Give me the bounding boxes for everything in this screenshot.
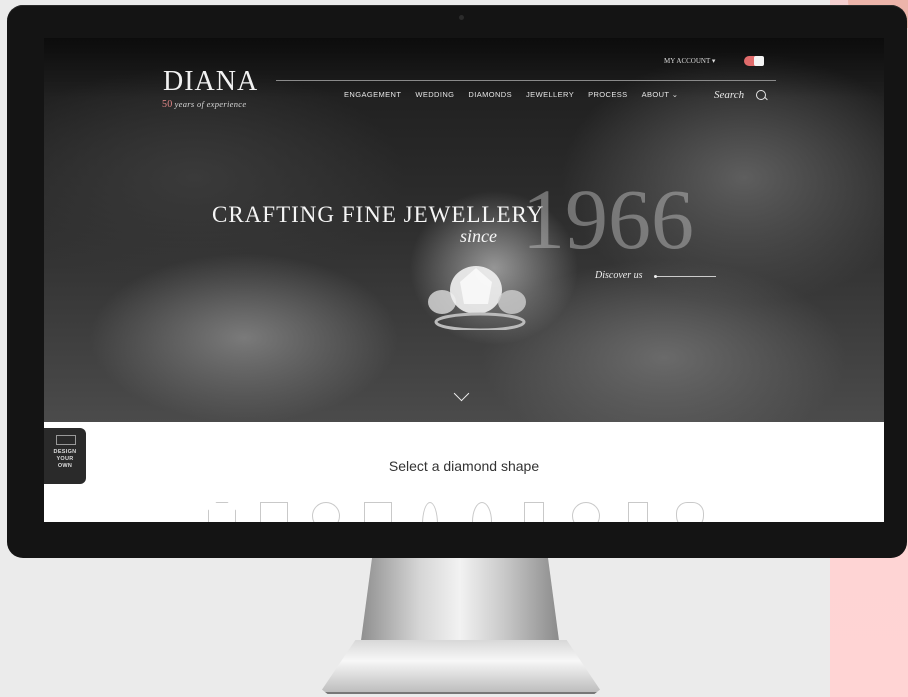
design-your-own-button[interactable]: DESIGN YOUR OWN: [44, 428, 86, 484]
discover-arrow-icon[interactable]: [654, 275, 716, 278]
monitor-stand-foot: [322, 640, 600, 694]
oval-diamond-icon[interactable]: [572, 502, 600, 522]
search-icon[interactable]: [756, 90, 766, 100]
camera-icon: [459, 15, 464, 20]
hero-since: since: [460, 226, 497, 246]
my-account-link[interactable]: MY ACCOUNT ▾: [664, 57, 715, 65]
nav-item-process[interactable]: PROCESS: [588, 90, 627, 99]
cushion-diamond-icon[interactable]: [312, 502, 340, 522]
nav-item-about[interactable]: ABOUT ⌄: [642, 90, 679, 99]
discover-us-link[interactable]: Discover us: [595, 270, 643, 281]
monitor-screen: DIANA 50 years of experience MY ACCOUNT ▾…: [44, 38, 884, 522]
round-diamond-icon[interactable]: [208, 502, 236, 522]
nav-item-jewellery[interactable]: JEWELLERY: [526, 90, 574, 99]
emerald-diamond-icon[interactable]: [364, 502, 392, 522]
header-divider: [276, 80, 776, 81]
hero-banner: DIANA 50 years of experience MY ACCOUNT ▾…: [44, 38, 884, 422]
scroll-down-chevron-icon[interactable]: [453, 385, 470, 402]
diamond-ring-icon: [428, 266, 526, 330]
design-label-line-1: DESIGN: [53, 449, 77, 455]
tagline-text: years of experience: [174, 99, 247, 109]
diamond-shape-list: [208, 502, 704, 522]
site-logo[interactable]: DIANA: [163, 66, 258, 98]
monitor-stand: [360, 558, 560, 648]
princess-diamond-icon[interactable]: [260, 502, 288, 522]
design-your-own-label: DESIGN YOUR OWN: [44, 449, 86, 470]
nav-item-wedding[interactable]: WEDDING: [415, 90, 454, 99]
heart-diamond-icon[interactable]: [676, 502, 704, 522]
logo-tagline: 50 years of experience: [162, 99, 246, 110]
tagline-years-number: 50: [162, 99, 173, 110]
design-label-line-3: OWN: [57, 463, 73, 469]
main-nav: ENGAGEMENT WEDDING DIAMONDS JEWELLERY PR…: [344, 90, 678, 99]
hero-year: 1966: [522, 171, 694, 267]
pear-diamond-icon[interactable]: [472, 502, 492, 522]
radiant-diamond-icon[interactable]: [524, 502, 544, 522]
search-link[interactable]: Search: [714, 89, 744, 101]
nav-item-engagement[interactable]: ENGAGEMENT: [344, 90, 401, 99]
design-label-line-2: YOUR: [56, 456, 74, 462]
nav-item-diamonds[interactable]: DIAMONDS: [468, 90, 512, 99]
hero-headline: CRAFTING FINE JEWELLERY: [212, 202, 545, 227]
ring-outline-icon: [56, 435, 76, 445]
asscher-diamond-icon[interactable]: [628, 502, 648, 522]
marquise-diamond-icon[interactable]: [422, 502, 438, 522]
shape-section-title: Select a diamond shape: [388, 458, 540, 474]
language-flag-icon[interactable]: [744, 56, 764, 66]
